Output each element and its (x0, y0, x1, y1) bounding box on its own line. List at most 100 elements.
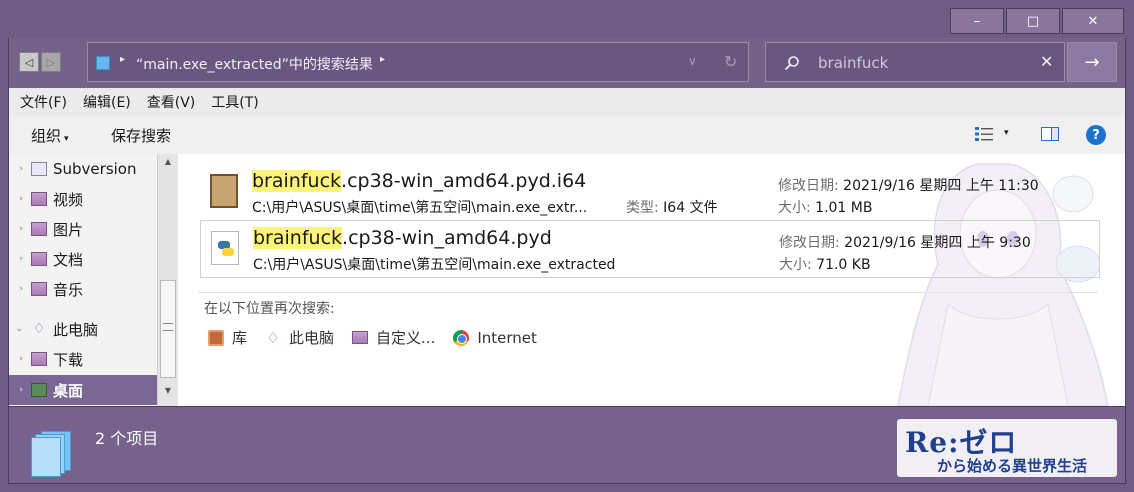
search-result-item[interactable]: brainfuck.cp38-win_amd64.pyd.i64 C:\用户\A… (200, 164, 1100, 222)
location-label: Internet (477, 328, 537, 347)
breadcrumb-arrow-icon[interactable]: ▸ (120, 54, 125, 65)
file-name-rest: .cp38-win_amd64.pyd (342, 227, 552, 249)
expand-icon[interactable]: › (9, 284, 31, 294)
search-match-highlight: brainfuck (253, 227, 343, 249)
collapse-icon[interactable]: ⌄ (9, 324, 31, 334)
sidebar-item-music[interactable]: › 音乐 (9, 274, 157, 304)
file-size: 大小: 1.01 MB (778, 197, 872, 217)
file-name-rest: .cp38-win_amd64.pyd.i64 (341, 170, 587, 192)
folder-icon (352, 331, 369, 344)
chrome-icon (453, 329, 470, 346)
clear-search-icon[interactable]: ✕ (1040, 52, 1053, 71)
logo-subtitle: から始める異世界生活 (937, 457, 1088, 475)
menu-view[interactable]: 查看(V) (147, 92, 196, 112)
search-match-highlight: brainfuck (252, 170, 342, 192)
organize-label: 组织 (31, 127, 62, 145)
view-options-icon[interactable] (975, 126, 993, 142)
folder-icon (31, 192, 47, 206)
menu-file[interactable]: 文件(F) (20, 92, 67, 112)
location-label: 自定义... (376, 329, 436, 347)
search-again-locations: 库 ♢ 此电脑 自定义... Internet (208, 327, 537, 348)
menu-edit[interactable]: 编辑(E) (83, 92, 131, 112)
expand-icon[interactable]: › (9, 194, 31, 204)
sidebar-item-downloads[interactable]: › 下载 (9, 344, 157, 374)
file-size: 大小: 71.0 KB (779, 254, 871, 274)
refresh-icon[interactable]: ↻ (724, 52, 737, 71)
date-label: 修改日期: (779, 235, 840, 251)
status-bar: 2 个项目 Re:ゼロ から始める異世界生活 (8, 406, 1126, 484)
type-label: 类型: (626, 200, 659, 216)
computer-icon: ♢ (266, 328, 280, 347)
computer-icon: ♢ (32, 321, 46, 337)
size-label: 大小: (778, 200, 811, 216)
scrollbar-thumb[interactable] (160, 280, 176, 378)
expand-icon[interactable]: › (9, 164, 31, 174)
file-icon (210, 174, 238, 208)
navigation-pane: › Subversion › 视频 › 图片 › 文档 › 音乐 ⌄ ♢ 此电脑… (8, 154, 178, 406)
expand-icon[interactable]: › (9, 385, 31, 395)
search-in-libraries-link[interactable]: 库 (208, 327, 247, 348)
expand-icon[interactable]: › (9, 254, 31, 264)
file-stack-front (31, 437, 61, 477)
file-name[interactable]: brainfuck.cp38-win_amd64.pyd (253, 227, 552, 249)
location-label: 此电脑 (289, 329, 335, 347)
back-button[interactable]: ◁ (19, 52, 39, 72)
search-go-button[interactable]: → (1067, 42, 1117, 82)
menu-tools[interactable]: 工具(T) (211, 92, 258, 112)
minimize-button[interactable]: – (950, 8, 1004, 34)
sidebar-item-subversion[interactable]: › Subversion (9, 154, 157, 184)
title-bar: – □ ✕ (0, 0, 1134, 38)
folder-icon (96, 56, 110, 70)
menu-bar: 文件(F) 编辑(E) 查看(V) 工具(T) (8, 88, 1126, 116)
expand-icon[interactable]: › (9, 224, 31, 234)
file-name[interactable]: brainfuck.cp38-win_amd64.pyd.i64 (252, 170, 586, 192)
file-path: C:\用户\ASUS\桌面\time\第五空间\main.exe_extr... (252, 200, 588, 216)
sidebar-scrollbar[interactable]: ▲ ▼ (157, 154, 178, 406)
sidebar-item-pictures[interactable]: › 图片 (9, 214, 157, 244)
date-label: 修改日期: (778, 178, 839, 194)
breadcrumb-arrow-icon[interactable]: ▸ (380, 54, 385, 65)
folder-icon (31, 252, 47, 266)
modified-date: 修改日期: 2021/9/16 星期四 上午 9:30 (779, 232, 1031, 252)
scrollbar-grip (163, 323, 173, 331)
preview-pane-icon[interactable] (1041, 127, 1059, 141)
help-icon[interactable]: ? (1086, 125, 1106, 145)
chevron-down-icon[interactable]: ∨ (688, 54, 697, 68)
folder-icon (31, 222, 47, 236)
search-result-item[interactable]: brainfuck.cp38-win_amd64.pyd C:\用户\ASUS\… (200, 220, 1100, 278)
search-internet-link[interactable]: Internet (453, 329, 537, 347)
command-bar: 组织 ▾ 保存搜索 ▾ ? (8, 116, 1126, 154)
close-button[interactable]: ✕ (1062, 8, 1124, 34)
sidebar-item-this-pc[interactable]: ⌄ ♢ 此电脑 (9, 314, 157, 344)
breadcrumb[interactable]: “main.exe_extracted”中的搜索结果 (136, 54, 373, 74)
scroll-up-icon[interactable]: ▲ (161, 157, 175, 171)
python-logo-yellow (222, 248, 234, 256)
sidebar-item-label: 下载 (53, 350, 84, 369)
divider (198, 292, 1098, 293)
search-query[interactable]: brainfuck (818, 54, 888, 72)
sidebar-item-label: 文档 (53, 250, 84, 269)
expand-icon[interactable]: › (9, 354, 31, 364)
forward-button[interactable]: ▷ (41, 52, 61, 72)
desktop-icon (31, 383, 47, 397)
type-value: I64 文件 (663, 200, 718, 216)
date-value: 2021/9/16 星期四 上午 9:30 (844, 235, 1031, 251)
search-input[interactable]: brainfuck ✕ (765, 42, 1065, 82)
sidebar-item-desktop[interactable]: › 桌面 (9, 375, 157, 405)
search-again-label: 在以下位置再次搜索: (204, 301, 335, 317)
save-search-button[interactable]: 保存搜索 (111, 125, 171, 146)
scroll-down-icon[interactable]: ▼ (161, 386, 175, 400)
sidebar-item-videos[interactable]: › 视频 (9, 184, 157, 214)
view-dropdown-icon[interactable]: ▾ (1004, 128, 1009, 138)
maximize-button[interactable]: □ (1006, 8, 1060, 34)
chevron-down-icon: ▾ (64, 134, 69, 144)
address-bar[interactable]: ▸ “main.exe_extracted”中的搜索结果 ▸ ∨ ↻ (87, 42, 749, 82)
sidebar-item-label: 图片 (53, 220, 84, 239)
folder-icon (31, 352, 47, 366)
size-label: 大小: (779, 257, 812, 273)
search-in-custom-link[interactable]: 自定义... (352, 327, 435, 348)
address-row: ◁ ▷ ▸ “main.exe_extracted”中的搜索结果 ▸ ∨ ↻ b… (8, 38, 1126, 88)
sidebar-item-documents[interactable]: › 文档 (9, 244, 157, 274)
organize-button[interactable]: 组织 ▾ (31, 125, 69, 146)
search-in-this-pc-link[interactable]: ♢ 此电脑 (265, 327, 334, 348)
